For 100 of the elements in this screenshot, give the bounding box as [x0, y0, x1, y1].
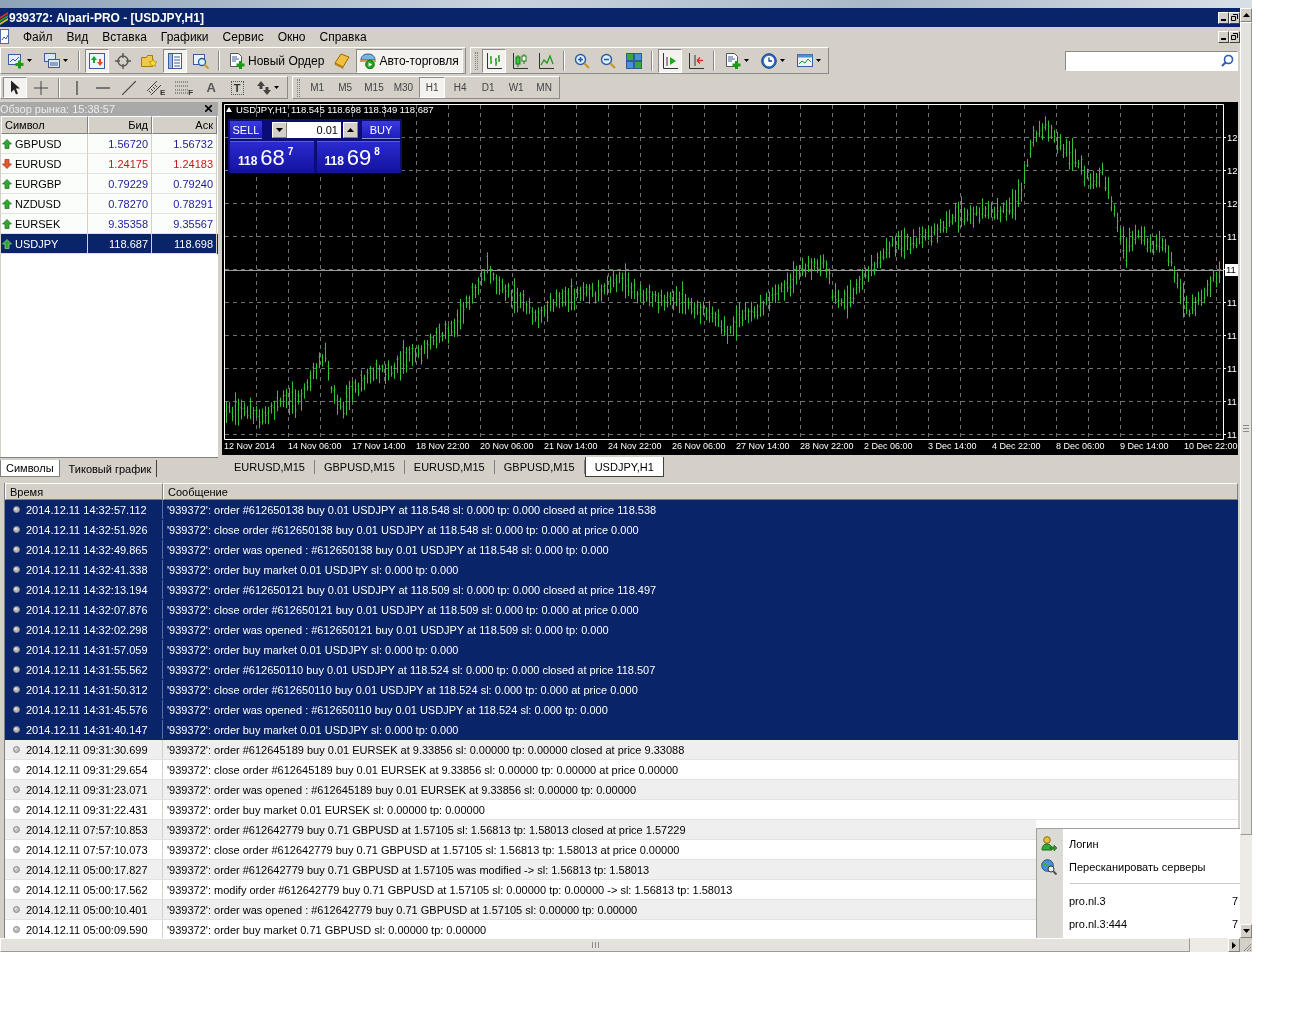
- timeframe-button[interactable]: M5: [332, 77, 359, 98]
- chart-tab[interactable]: EURUSD,M15: [404, 460, 495, 474]
- menu-item[interactable]: pro.nl.3 7: [1037, 889, 1240, 912]
- volume-down-button[interactable]: [272, 122, 287, 138]
- scroll-down-button[interactable]: [1240, 924, 1252, 938]
- price-axis-label: 11: [1227, 396, 1237, 407]
- log-message: '939372': order buy market 0.01 EURSEK sl: 0.00000 tp: 0.00000: [166, 803, 485, 816]
- time-axis-label: 21 Nov 14:00: [544, 441, 598, 452]
- log-row[interactable]: 2014.12.11 09:31:22.431 '939372': order buy market 0.01 EURSEK sl: 0.00000 tp: 0.00000: [5, 800, 1238, 820]
- menu-item[interactable]: Окно: [270, 27, 313, 46]
- timeframe-button[interactable]: M15: [360, 77, 388, 98]
- chart-tab[interactable]: EURUSD,M15: [225, 460, 315, 474]
- new-order-button[interactable]: Новый Ордер: [225, 48, 329, 73]
- text-button[interactable]: A: [199, 77, 224, 98]
- log-row[interactable]: 2014.12.11 14:32:41.338 '939372': order buy market 0.01 USDJPY sl: 0.000 tp: 0.000: [5, 560, 1238, 580]
- zoom-out-icon: [599, 52, 616, 69]
- column-header[interactable]: Аск: [152, 116, 217, 134]
- table-row[interactable]: EURGBP 0.79229 0.79240: [1, 174, 218, 194]
- log-row[interactable]: 2014.12.11 14:31:55.562 '939372': order #612650110 buy 0.01 USDJPY at 118.524 sl: 0.000 tp: 0.000 closed at price 118.507: [5, 660, 1238, 680]
- log-time: 2014.12.11 14:32:49.865: [26, 540, 163, 559]
- volume-field[interactable]: 0.01: [287, 122, 341, 138]
- channel-button[interactable]: E: [143, 77, 170, 98]
- menu-item[interactable]: Пересканировать серверы: [1037, 855, 1240, 878]
- timeframe-button[interactable]: M30: [389, 77, 418, 98]
- fibo-button[interactable]: F: [171, 77, 198, 98]
- table-row[interactable]: GBPUSD 1.56720 1.56732: [1, 134, 218, 154]
- market-watch-button[interactable]: [85, 48, 109, 73]
- timeframe-button[interactable]: M1: [304, 77, 331, 98]
- minimize-button[interactable]: [1218, 30, 1229, 43]
- menu-item[interactable]: Вставка: [95, 27, 154, 46]
- timeframe-button[interactable]: H4: [447, 77, 474, 98]
- panel-tab[interactable]: Тиковый график: [63, 460, 158, 477]
- log-row[interactable]: 2014.12.11 05:00:17.562 '939372': modify order #612642779 buy 0.71 GBPUSD at 1.57105 sl: 0.00000 tp: 0.00000 -> sl: 1.56813 tp: 1.58013: [5, 880, 1036, 900]
- log-time: 2014.12.11 09:31:22.431: [26, 800, 163, 819]
- log-row[interactable]: 2014.12.11 07:57:10.073 '939372': close order #612642779 buy 0.71 GBPUSD at 1.57105 sl: 1.56813 tp: 1.58013 at price 0.00000: [5, 840, 1036, 860]
- menu-item[interactable]: Логин: [1037, 832, 1240, 855]
- panel-tab[interactable]: Символы: [0, 460, 60, 477]
- auto-trading-button[interactable]: Авто-торговля: [356, 48, 463, 73]
- clock-icon: [760, 52, 777, 69]
- log-row[interactable]: 2014.12.11 14:32:13.194 '939372': order #612650121 buy 0.01 USDJPY at 118.509 sl: 0.000 tp: 0.000 closed at price 118.497: [5, 580, 1238, 600]
- log-row[interactable]: 2014.12.11 05:00:17.827 '939372': order #612642779 buy 0.71 GBPUSD at 1.57105 was modified -> sl: 1.56813 tp: 1.58013: [5, 860, 1036, 880]
- minimize-button[interactable]: [1218, 11, 1229, 24]
- timeframe-button[interactable]: D1: [475, 77, 502, 98]
- log-row[interactable]: 2014.12.11 14:32:57.112 '939372': order #612650138 buy 0.01 USDJPY at 118.548 sl: 0.000 tp: 0.000 closed at price 118.538: [5, 500, 1238, 520]
- menu-item[interactable]: Файл: [16, 27, 60, 46]
- timeframe-button[interactable]: MN: [531, 77, 558, 98]
- scroll-up-button[interactable]: [1240, 8, 1252, 22]
- menu-item[interactable]: Графики: [153, 27, 216, 46]
- chart-tab[interactable]: USDJPY,H1: [584, 457, 664, 477]
- log-row[interactable]: 2014.12.11 07:57:10.853 '939372': order #612642779 buy 0.71 GBPUSD at 1.57105 sl: 1.56813 tp: 1.58013 closed at price 1.57229: [5, 820, 1036, 840]
- log-row[interactable]: 2014.12.11 14:32:07.876 '939372': close order #612650121 buy 0.01 USDJPY at 118.509 sl: 0.000 tp: 0.000 at price 0.000: [5, 600, 1238, 620]
- close-button[interactable]: [205, 104, 214, 114]
- menu-item[interactable]: Вид: [59, 27, 96, 46]
- label-button[interactable]: T: [225, 77, 250, 98]
- table-row[interactable]: USDJPY 118.687 118.698: [1, 234, 218, 254]
- sell-button[interactable]: SELL: [230, 121, 262, 139]
- log-row[interactable]: 2014.12.11 14:31:45.576 '939372': order was opened : #612650110 buy 0.01 USDJPY at 118.524 sl: 0.000 tp: 0.000: [5, 700, 1238, 720]
- log-row[interactable]: 2014.12.11 09:31:29.654 '939372': close order #612645189 buy 0.01 EURSEK at 9.33856 sl: 0.00000 tp: 0.00000 at price 0.00000: [5, 760, 1238, 780]
- log-row[interactable]: 2014.12.11 09:31:30.699 '939372': order #612645189 buy 0.01 EURSEK at 9.33856 sl: 0.00000 tp: 0.00000 closed at price 9.33088: [5, 740, 1238, 760]
- log-row[interactable]: 2014.12.11 14:31:50.312 '939372': close order #612650110 buy 0.01 USDJPY at 118.524 sl: 0.000 tp: 0.000 at price 0.000: [5, 680, 1238, 700]
- log-row[interactable]: 2014.12.11 14:32:49.865 '939372': order was opened : #612650138 buy 0.01 USDJPY at 118.548 sl: 0.000 tp: 0.000: [5, 540, 1238, 560]
- log-time: 2014.12.11 14:31:57.059: [26, 640, 163, 659]
- document-plus-icon: [229, 52, 245, 69]
- bar-chart-button[interactable]: [481, 48, 506, 73]
- column-header[interactable]: Символ: [1, 116, 88, 134]
- log-row[interactable]: 2014.12.11 05:00:10.401 '939372': order was opened : #612642779 buy 0.71 GBPUSD at 1.57105 sl: 0.00000 tp: 0.00000: [5, 900, 1036, 920]
- scroll-right-button[interactable]: [1228, 938, 1240, 952]
- symbol-text: EURSEK: [15, 217, 61, 230]
- column-header[interactable]: Время: [5, 483, 163, 500]
- log-row[interactable]: 2014.12.11 14:31:40.147 '939372': order buy market 0.01 USDJPY sl: 0.000 tp: 0.000: [5, 720, 1238, 740]
- volume-up-button[interactable]: [343, 122, 358, 138]
- status-dot-icon: [13, 766, 20, 773]
- diagonal-line-icon: [122, 80, 136, 95]
- restore-button[interactable]: [1229, 11, 1240, 24]
- horizontal-line-icon: [96, 86, 110, 89]
- table-row[interactable]: NZDUSD 0.78270 0.78291: [1, 194, 218, 214]
- table-row[interactable]: EURSEK 9.35358 9.35567: [1, 214, 218, 234]
- timeframe-button[interactable]: W1: [503, 77, 530, 98]
- menu-item[interactable]: pro.nl.3:444 7: [1037, 912, 1240, 935]
- log-row[interactable]: 2014.12.11 14:32:51.926 '939372': close order #612650138 buy 0.01 USDJPY at 118.548 sl: 0.000 tp: 0.000 at price 0.000: [5, 520, 1238, 540]
- log-row[interactable]: 2014.12.11 14:31:57.059 '939372': order buy market 0.01 USDJPY sl: 0.000 tp: 0.000: [5, 640, 1238, 660]
- timeframe-button[interactable]: H1: [419, 77, 446, 98]
- auto-scroll-button[interactable]: [657, 48, 682, 73]
- chart-tab[interactable]: GBPUSD,M15: [494, 460, 585, 474]
- chart-tab[interactable]: GBPUSD,M15: [314, 460, 405, 474]
- menu-item[interactable]: Сервис: [215, 27, 271, 46]
- search-field[interactable]: [1065, 50, 1238, 71]
- restore-button[interactable]: [1229, 30, 1240, 43]
- table-row[interactable]: EURUSD 1.24175 1.24183: [1, 154, 218, 174]
- menu-item[interactable]: Справка: [312, 27, 374, 46]
- cursor-button[interactable]: [3, 77, 27, 98]
- buy-button[interactable]: BUY: [362, 121, 400, 139]
- column-header[interactable]: Сообщение: [163, 483, 1238, 500]
- log-row[interactable]: 2014.12.11 14:32:02.298 '939372': order was opened : #612650121 buy 0.01 USDJPY at 118.509 sl: 0.000 tp: 0.000: [5, 620, 1238, 640]
- log-row[interactable]: 2014.12.11 09:31:23.071 '939372': order was opened : #612645189 buy 0.01 EURSEK at 9.33856 sl: 0.00000 tp: 0.00000: [5, 780, 1238, 800]
- cap-play-icon: [360, 52, 377, 69]
- log-message: '939372': order #612650121 buy 0.01 USDJPY at 118.509 sl: 0.000 tp: 0.000 closed at price 118.497: [166, 583, 657, 596]
- column-header[interactable]: Бид: [88, 116, 152, 134]
- log-message: '939372': order #612642779 buy 0.71 GBPUSD at 1.57105 was modified -> sl: 1.56813 tp: 1.58013: [166, 863, 650, 876]
- terminal-button[interactable]: [163, 48, 187, 73]
